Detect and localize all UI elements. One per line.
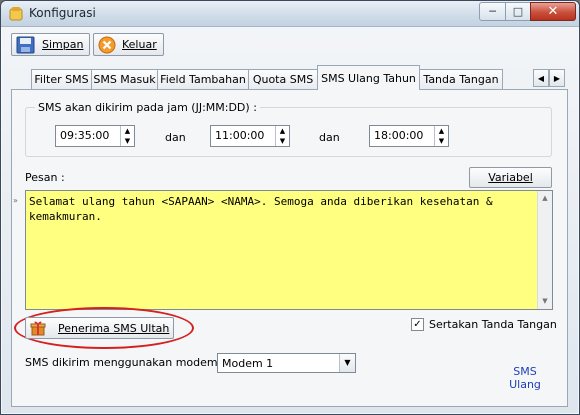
save-button[interactable]: Simpan bbox=[11, 33, 90, 56]
config-window: Konfigurasi ─ □ ✕ Simpan Keluar Filter S… bbox=[0, 0, 580, 415]
time-field-3[interactable]: 18:00:00 ▲ ▼ bbox=[369, 125, 449, 147]
message-text[interactable]: Selamat ulang tahun <SAPAAN> <NAMA>. Sem… bbox=[29, 194, 534, 224]
tab-label: Tanda Tangan bbox=[423, 73, 499, 86]
birthday-recipients-button[interactable]: Penerima SMS Ultah bbox=[25, 317, 174, 339]
scroll-up-icon[interactable]: ▲ bbox=[538, 191, 552, 206]
tab-label: Quota SMS bbox=[252, 73, 314, 86]
tab-label: SMS Masuk bbox=[93, 73, 156, 86]
checkmark-icon: ✓ bbox=[413, 319, 422, 330]
modem-label: SMS dikirim menggunakan modem : bbox=[25, 356, 225, 369]
time-spinner[interactable]: ▲ ▼ bbox=[275, 126, 289, 146]
close-button[interactable]: ✕ bbox=[530, 2, 576, 21]
tab-scroll-right-button[interactable]: ▶ bbox=[549, 69, 565, 87]
tab-filter-sms[interactable]: Filter SMS bbox=[31, 69, 92, 89]
time-value: 18:00:00 bbox=[374, 129, 424, 142]
save-label: Simpan bbox=[42, 38, 84, 51]
separator-text: dan bbox=[165, 131, 186, 144]
minimize-icon: ─ bbox=[489, 5, 496, 18]
window-title: Konfigurasi bbox=[29, 6, 96, 20]
spin-up-icon[interactable]: ▲ bbox=[276, 126, 289, 136]
title-bar[interactable]: Konfigurasi ─ □ ✕ bbox=[1, 1, 579, 27]
exit-label: Keluar bbox=[122, 38, 157, 51]
tab-label: Filter SMS bbox=[34, 73, 89, 86]
sms-ulang-link[interactable]: SMS Ulang bbox=[506, 365, 544, 391]
maximize-button[interactable]: □ bbox=[505, 2, 531, 21]
editor-scrollbar[interactable]: ▲ ▼ bbox=[537, 191, 552, 309]
tab-field-tambahan[interactable]: Field Tambahan bbox=[157, 69, 249, 89]
message-editor[interactable]: Selamat ulang tahun <SAPAAN> <NAMA>. Sem… bbox=[25, 190, 553, 310]
gift-icon bbox=[30, 321, 46, 336]
include-signature-label[interactable]: Sertakan Tanda Tangan bbox=[429, 318, 557, 331]
exit-button[interactable]: Keluar bbox=[93, 33, 164, 56]
app-icon bbox=[9, 7, 23, 21]
arrow-left-icon: ◀ bbox=[537, 73, 545, 83]
separator-text: dan bbox=[319, 131, 340, 144]
schedule-label: SMS akan dikirim pada jam (JJ:MM:DD) : bbox=[35, 101, 260, 114]
include-signature-checkbox[interactable]: ✓ bbox=[411, 318, 424, 331]
time-spinner[interactable]: ▲ ▼ bbox=[434, 126, 448, 146]
spin-up-icon[interactable]: ▲ bbox=[121, 126, 134, 136]
tab-sms-ulang-tahun[interactable]: SMS Ulang Tahun bbox=[317, 65, 420, 90]
time-field-2[interactable]: 11:00:00 ▲ ▼ bbox=[210, 125, 290, 147]
scroll-down-icon[interactable]: ▼ bbox=[538, 294, 552, 309]
modem-select[interactable]: Modem 1 ▼ bbox=[217, 353, 356, 373]
tab-sms-masuk[interactable]: SMS Masuk bbox=[91, 69, 158, 89]
tab-quota-sms[interactable]: Quota SMS bbox=[248, 69, 318, 89]
variable-button[interactable]: Variabel bbox=[469, 167, 552, 188]
cancel-icon bbox=[98, 36, 116, 53]
chevron-right-icon: » bbox=[13, 196, 18, 205]
spin-down-icon[interactable]: ▼ bbox=[276, 136, 289, 146]
spin-down-icon[interactable]: ▼ bbox=[121, 136, 134, 146]
time-value: 11:00:00 bbox=[215, 129, 265, 142]
modem-value: Modem 1 bbox=[222, 357, 274, 370]
variable-label: Variabel bbox=[488, 171, 533, 184]
arrow-right-icon: ▶ bbox=[553, 73, 561, 83]
tab-strip: Filter SMS SMS Masuk Field Tambahan Quot… bbox=[11, 65, 568, 90]
chevron-down-icon[interactable]: ▼ bbox=[339, 354, 355, 372]
floppy-disk-icon bbox=[16, 36, 35, 53]
close-icon: ✕ bbox=[547, 4, 559, 19]
time-field-1[interactable]: 09:35:00 ▲ ▼ bbox=[55, 125, 135, 147]
tab-tanda-tangan[interactable]: Tanda Tangan bbox=[419, 69, 503, 89]
minimize-button[interactable]: ─ bbox=[479, 2, 506, 21]
tab-scroll-left-button[interactable]: ◀ bbox=[533, 69, 549, 87]
recipients-label: Penerima SMS Ultah bbox=[58, 321, 170, 335]
spin-down-icon[interactable]: ▼ bbox=[435, 136, 448, 146]
tab-label: Field Tambahan bbox=[160, 73, 246, 86]
spin-up-icon[interactable]: ▲ bbox=[435, 126, 448, 136]
maximize-icon: □ bbox=[512, 5, 524, 18]
time-spinner[interactable]: ▲ ▼ bbox=[120, 126, 134, 146]
time-value: 09:35:00 bbox=[60, 129, 110, 142]
tab-label: SMS Ulang Tahun bbox=[321, 71, 416, 85]
message-label: Pesan : bbox=[25, 171, 65, 184]
